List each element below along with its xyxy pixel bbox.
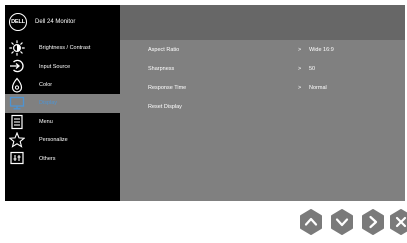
osd-header — [120, 5, 405, 40]
osd-brand: DELL Dell 24 Monitor — [9, 11, 75, 33]
menu-item-label: Others — [39, 155, 56, 162]
setting-aspect-ratio[interactable]: Aspect Ratio > Wide 16:9 — [120, 40, 405, 59]
setting-value: Normal — [309, 84, 327, 91]
down-button[interactable] — [330, 208, 354, 236]
menu-item-label: Color — [39, 81, 53, 88]
menu-item-label: Brightness / Contrast — [39, 45, 91, 52]
menu-item-personalize[interactable]: Personalize — [5, 131, 120, 149]
menu-item-menu[interactable]: Menu — [5, 113, 120, 131]
menu-item-display[interactable]: Display — [5, 94, 120, 113]
display-submenu: Aspect Ratio > Wide 16:9 Sharpness > 50 … — [120, 40, 405, 116]
setting-label: Response Time — [148, 84, 187, 91]
dell-logo: DELL — [9, 13, 27, 31]
others-icon — [10, 152, 24, 165]
setting-sharpness[interactable]: Sharpness > 50 — [120, 59, 405, 78]
brightness-icon — [9, 40, 25, 56]
setting-value: Wide 16:9 — [309, 46, 334, 53]
osd-main-menu: Brightness / Contrast Input Source Color — [5, 39, 120, 168]
chevron-right-icon: > — [298, 84, 302, 91]
up-button[interactable] — [299, 208, 323, 236]
menu-item-color[interactable]: Color — [5, 76, 120, 94]
setting-response-time[interactable]: Response Time > Normal — [120, 78, 405, 97]
chevron-right-icon: > — [298, 46, 302, 53]
display-icon — [9, 97, 25, 110]
setting-reset-display[interactable]: Reset Display — [120, 97, 405, 116]
menu-item-label: Input Source — [39, 63, 71, 70]
setting-label: Aspect Ratio — [148, 46, 180, 53]
menu-item-label: Display — [39, 100, 58, 107]
input-source-icon — [10, 60, 24, 73]
right-button[interactable] — [361, 208, 385, 236]
setting-value: 50 — [309, 65, 316, 72]
osd-title: Dell 24 Monitor — [35, 19, 76, 25]
menu-icon — [11, 114, 23, 129]
menu-item-brightness-contrast[interactable]: Brightness / Contrast — [5, 39, 120, 57]
setting-label: Reset Display — [148, 103, 182, 110]
menu-item-input-source[interactable]: Input Source — [5, 57, 120, 75]
star-icon — [9, 131, 25, 148]
chevron-right-icon: > — [298, 65, 302, 72]
menu-item-label: Personalize — [39, 137, 68, 144]
menu-item-label: Menu — [39, 118, 53, 125]
close-button[interactable] — [389, 208, 407, 236]
monitor-osd: DELL Dell 24 Monitor Brightness / Contra… — [5, 5, 405, 201]
color-icon — [11, 77, 23, 93]
setting-label: Sharpness — [148, 65, 175, 72]
menu-item-others[interactable]: Others — [5, 149, 120, 167]
